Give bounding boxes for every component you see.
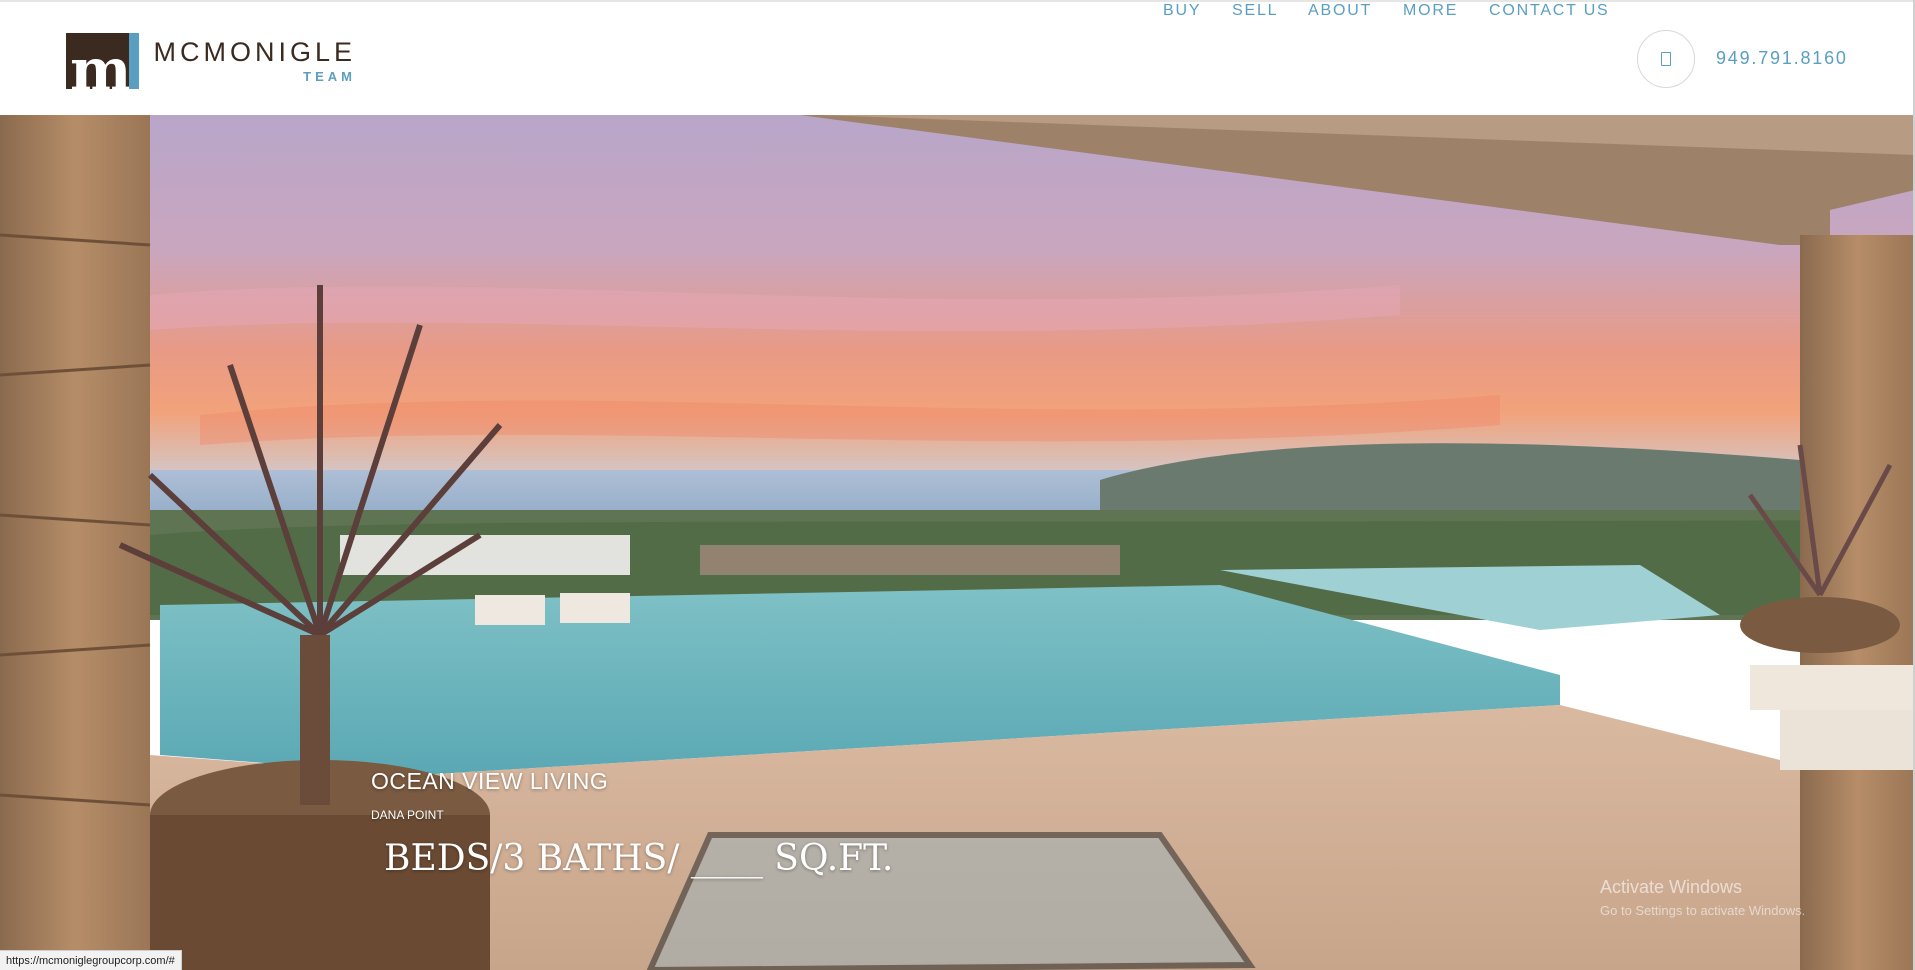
logo[interactable]: m MCMONIGLE TEAM — [66, 31, 356, 91]
logo-mark-letter: m — [70, 36, 132, 89]
hero-title: OCEAN VIEW LIVING — [371, 768, 609, 794]
nav-item-more[interactable]: MORE — [1403, 2, 1458, 20]
nav-item-contact-us[interactable]: CONTACT US — [1489, 2, 1610, 20]
nav-item-sell[interactable]: SELL — [1232, 2, 1278, 20]
status-bar-url: https://mcmoniglegroupcorp.com/# — [0, 950, 182, 970]
hero-photo — [0, 115, 1915, 970]
logo-mark: m — [66, 33, 140, 89]
hero-location: DANA POINT — [371, 808, 444, 822]
logo-mark-stripe — [129, 33, 140, 89]
logo-text: MCMONIGLE TEAM — [153, 36, 356, 84]
logo-name: MCMONIGLE — [153, 36, 356, 67]
hero-image — [0, 115, 1915, 970]
nav-item-buy[interactable]: BUY — [1163, 2, 1201, 20]
phone-button[interactable] — [1637, 30, 1695, 88]
nav-item-about[interactable]: ABOUT — [1308, 2, 1372, 20]
activate-windows-title: Activate Windows — [1600, 877, 1743, 897]
page: m MCMONIGLE TEAM BUY SELL ABOUT MORE CON… — [0, 0, 1915, 970]
phone-icon — [1661, 52, 1671, 66]
activate-windows-subtitle: Go to Settings to activate Windows. — [1600, 903, 1806, 918]
phone-number-link[interactable]: 949.791.8160 — [1716, 48, 1848, 69]
site-header: m MCMONIGLE TEAM BUY SELL ABOUT MORE CON… — [0, 2, 1915, 115]
logo-sub: TEAM — [303, 68, 356, 84]
hero-stats: BEDS/3 BATHS/ ____ SQ.FT. — [384, 838, 894, 879]
